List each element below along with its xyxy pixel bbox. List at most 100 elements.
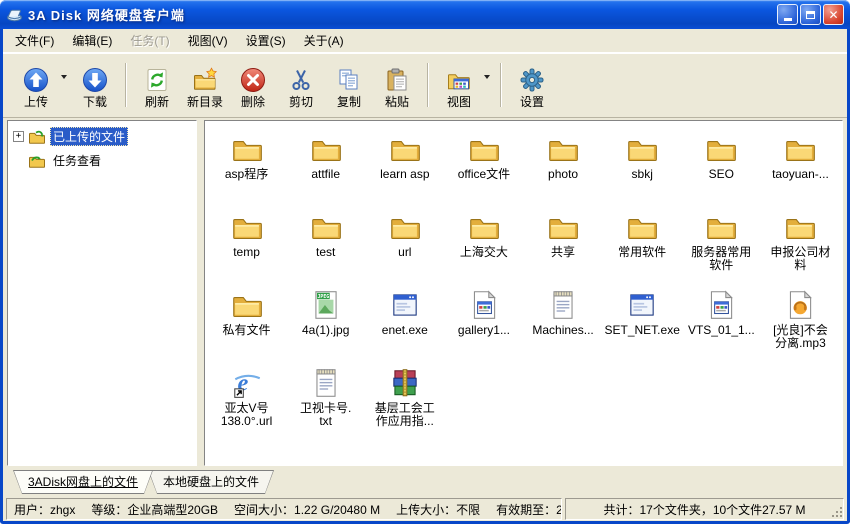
delete-icon [240,67,266,93]
tree-item-1[interactable]: 任务查看 [11,150,193,171]
menu-item-1[interactable]: 编辑(E) [63,29,121,52]
resize-grip[interactable] [830,505,843,518]
file-grid: asp程序 attfile learn asp office文件 photo sbkj SE… [207,129,840,439]
status-left: 用户：zhgx等级：企业高端型20GB空间大小：1.22 G/20480 M上传… [6,498,562,520]
toolbar-paste-button[interactable]: 粘贴 [374,60,420,110]
folder-icon [230,210,264,244]
file-item-22[interactable]: VTS_01_1... [682,285,761,361]
copy-icon [336,67,362,93]
folder-icon [625,210,659,244]
folder-item-3[interactable]: office文件 [444,129,523,205]
folder-item-6[interactable]: SEO [682,129,761,205]
folder-item-14[interactable]: 服务器常用 软件 [682,207,761,283]
status-right: 共计：17个文件夹，10个文件27.57 M [565,498,844,520]
htmlpic-file-icon [704,288,738,322]
file-item-label: 服务器常用 软件 [691,246,751,272]
file-item-label: learn asp [380,168,429,181]
file-item-24[interactable]: e亚太V号 138.0°.url [207,363,286,439]
file-item-label: office文件 [458,168,510,181]
folder-item-0[interactable]: asp程序 [207,129,286,205]
status-segment-1: 等级：企业高端型20GB [91,501,218,518]
toolbar-refresh-button[interactable]: 刷新 [134,60,180,110]
file-item-26[interactable]: 基层工会工 作应用指... [365,363,444,439]
svg-text:JPEG: JPEG [317,294,329,300]
menu-item-3[interactable]: 视图(V) [179,29,237,52]
menu-item-2[interactable]: 任务(T) [121,29,178,52]
folder-item-9[interactable]: test [286,207,365,283]
file-item-21[interactable]: SET_NET.exe [603,285,682,361]
file-item-label: 私有文件 [223,324,271,337]
file-item-label: 4a(1).jpg [302,324,349,337]
tree-expander-icon[interactable]: + [13,131,24,142]
menu-item-5[interactable]: 关于(A) [295,29,353,52]
folder-icon [546,132,580,166]
folder-item-10[interactable]: url [365,207,444,283]
file-item-23[interactable]: [光良]不会 分离.mp3 [761,285,840,361]
folder-item-7[interactable]: taoyuan-... [761,129,840,205]
file-item-label: SET_NET.exe [605,324,680,337]
toolbar-separator [125,63,127,107]
toolbar-delete-button[interactable]: 删除 [230,60,276,110]
folder-item-5[interactable]: sbkj [603,129,682,205]
folder-item-16[interactable]: 私有文件 [207,285,286,361]
file-item-19[interactable]: gallery1... [444,285,523,361]
file-item-label: 卫视卡号. txt [300,402,351,428]
folder-item-1[interactable]: attfile [286,129,365,205]
folder-item-4[interactable]: photo [524,129,603,205]
file-item-label: 基层工会工 作应用指... [375,402,435,428]
rar-file-icon [388,366,422,400]
maximize-button[interactable] [800,4,821,25]
window-title: 3A Disk 网络硬盘客户端 [28,5,772,24]
file-item-18[interactable]: enet.exe [365,285,444,361]
toolbar-new-folder-button[interactable]: 新目录 [182,60,228,110]
tab-0[interactable]: 3ADisk网盘上的文件 [13,470,153,494]
toolbar-separator [427,63,429,107]
menu-item-4[interactable]: 设置(S) [237,29,295,52]
toolbar-cut-button[interactable]: 剪切 [278,60,324,110]
file-item-20[interactable]: Machines... [524,285,603,361]
file-item-17[interactable]: JPEG 4a(1).jpg [286,285,365,361]
folder-icon [467,132,501,166]
folder-icon [388,210,422,244]
file-item-label: taoyuan-... [772,168,829,181]
mp3-file-icon [783,288,817,322]
status-segment-2: 空间大小：1.22 G/20480 M [234,501,380,518]
tab-1[interactable]: 本地硬盘上的文件 [148,470,274,494]
folder-item-12[interactable]: 共享 [524,207,603,283]
close-button[interactable]: ✕ [823,4,844,25]
file-item-label: VTS_01_1... [688,324,755,337]
file-item-label: sbkj [632,168,653,181]
upload-dropdown-button[interactable] [61,75,67,79]
folder-icon [309,132,343,166]
tree-item-0[interactable]: +已上传的文件 [11,126,193,147]
folder-item-8[interactable]: temp [207,207,286,283]
file-item-label: 常用软件 [618,246,666,259]
folder-icon [230,132,264,166]
folder-icon [467,210,501,244]
file-item-label: asp程序 [225,168,268,181]
folder-item-2[interactable]: learn asp [365,129,444,205]
minimize-button[interactable] [777,4,798,25]
folder-icon [546,210,580,244]
file-item-25[interactable]: 卫视卡号. txt [286,363,365,439]
folder-item-11[interactable]: 上海交大 [444,207,523,283]
title-bar: 3A Disk 网络硬盘客户端 ✕ [0,0,850,29]
status-segment-4: 有效期至：2009-05-29 [496,501,562,518]
paste-icon [384,67,410,93]
menu-item-0[interactable]: 文件(F) [6,29,63,52]
toolbar: 上传下载刷新新目录删除剪切复制粘贴视图设置 [3,53,847,118]
file-item-label: 亚太V号 138.0°.url [221,402,273,428]
view-icon [446,67,472,93]
folder-item-13[interactable]: 常用软件 [603,207,682,283]
folder-icon [388,132,422,166]
toolbar-view-button[interactable]: 视图 [436,60,482,110]
toolbar-download-button[interactable]: 下载 [72,60,118,110]
toolbar-settings-button[interactable]: 设置 [509,60,555,110]
folder-icon [230,288,264,322]
toolbar-upload-button[interactable]: 上传 [13,60,59,110]
folder-item-15[interactable]: 申报公司材 料 [761,207,840,283]
toolbar-copy-button[interactable]: 复制 [326,60,372,110]
view-dropdown-button[interactable] [484,75,490,79]
status-segment-0: 用户：zhgx [14,501,75,518]
settings-icon [519,67,545,93]
